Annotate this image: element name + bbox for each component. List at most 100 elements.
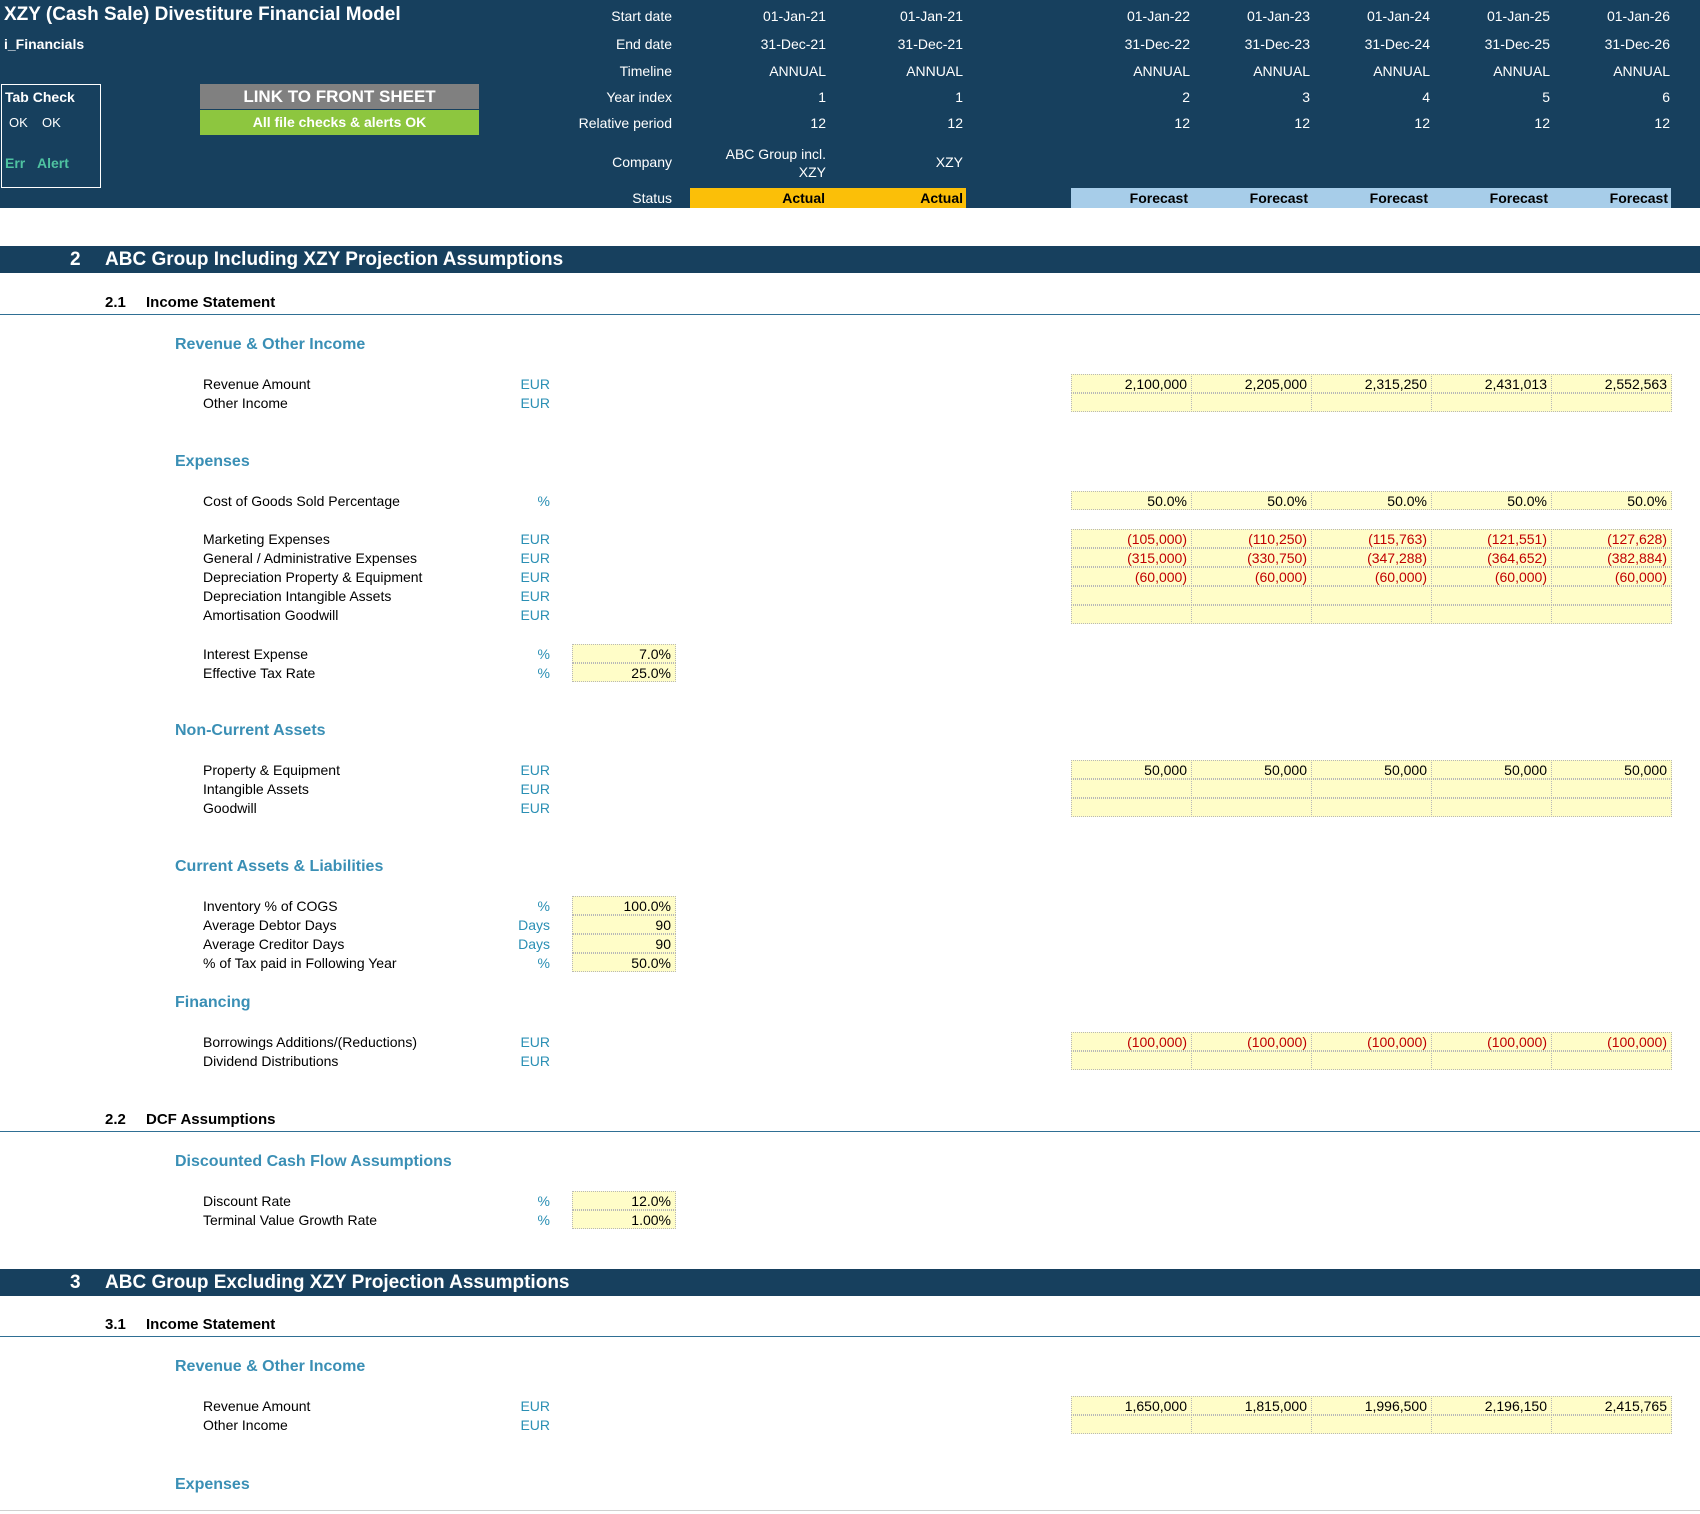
input-cell[interactable] (1191, 605, 1312, 624)
row-unit: EUR (520, 569, 550, 585)
input-cell[interactable]: (100,000) (1191, 1032, 1312, 1051)
input-cell[interactable]: 1,650,000 (1071, 1396, 1192, 1415)
input-cell[interactable]: (110,250) (1191, 529, 1312, 548)
input-cell[interactable]: (60,000) (1071, 567, 1192, 586)
input-cell[interactable] (1551, 798, 1672, 817)
input-cell[interactable]: 100.0% (572, 896, 676, 915)
input-cell[interactable]: 2,100,000 (1071, 374, 1192, 393)
input-cell[interactable] (1071, 779, 1192, 798)
tab-check-err: Err (5, 155, 26, 171)
input-cell[interactable] (1551, 586, 1672, 605)
input-cell[interactable]: 90 (572, 934, 676, 953)
input-cell[interactable]: 2,431,013 (1431, 374, 1552, 393)
input-cell[interactable]: 1.00% (572, 1210, 676, 1229)
input-cell[interactable]: (60,000) (1551, 567, 1672, 586)
input-cell[interactable]: 50.0% (1431, 491, 1552, 510)
col4-relative: 12 (1414, 115, 1430, 131)
input-cell[interactable]: 25.0% (572, 663, 676, 682)
input-cell[interactable]: 50.0% (1191, 491, 1312, 510)
label-end-date: End date (615, 36, 672, 52)
input-cell[interactable] (1071, 605, 1192, 624)
input-cell[interactable] (1311, 1415, 1432, 1434)
input-cell[interactable]: 1,815,000 (1191, 1396, 1312, 1415)
input-cell[interactable] (1071, 798, 1192, 817)
input-cell[interactable]: (315,000) (1071, 548, 1192, 567)
input-cell[interactable] (1431, 1415, 1552, 1434)
input-cell[interactable] (1431, 586, 1552, 605)
input-cell[interactable] (1071, 393, 1192, 412)
input-cell[interactable]: 50,000 (1071, 760, 1192, 779)
col3-end: 31-Dec-23 (1244, 36, 1310, 52)
input-cell[interactable] (1191, 798, 1312, 817)
input-cell[interactable] (1191, 393, 1312, 412)
input-cell[interactable] (1551, 1415, 1672, 1434)
input-cell[interactable]: 2,205,000 (1191, 374, 1312, 393)
input-cell[interactable]: (127,628) (1551, 529, 1672, 548)
input-cell[interactable] (1311, 393, 1432, 412)
input-cell[interactable] (1311, 779, 1432, 798)
input-cell[interactable] (1311, 586, 1432, 605)
input-cell[interactable]: (382,884) (1551, 548, 1672, 567)
input-cell[interactable] (1431, 798, 1552, 817)
input-cell[interactable]: 7.0% (572, 644, 676, 663)
input-cell[interactable]: (60,000) (1431, 567, 1552, 586)
input-cell[interactable]: 50,000 (1191, 760, 1312, 779)
input-cell[interactable]: 12.0% (572, 1191, 676, 1210)
sheet-name: i_Financials (4, 36, 85, 52)
input-cell[interactable]: 2,552,563 (1551, 374, 1672, 393)
input-cell[interactable]: (347,288) (1311, 548, 1432, 567)
input-cell[interactable] (1191, 1051, 1312, 1070)
input-cell[interactable] (1551, 1051, 1672, 1070)
input-cell[interactable]: (330,750) (1191, 548, 1312, 567)
input-cell[interactable] (1191, 586, 1312, 605)
input-cell[interactable] (1431, 605, 1552, 624)
input-cell[interactable]: 50,000 (1311, 760, 1432, 779)
input-cell[interactable] (1431, 393, 1552, 412)
label-start-date: Start date (611, 8, 672, 24)
row-unit: % (537, 1212, 550, 1228)
input-cell[interactable]: 50.0% (572, 953, 676, 972)
input-cell[interactable]: (115,763) (1311, 529, 1432, 548)
input-cell[interactable]: (60,000) (1311, 567, 1432, 586)
input-cell[interactable]: 2,415,765 (1551, 1396, 1672, 1415)
input-cell[interactable]: (364,652) (1431, 548, 1552, 567)
input-cell[interactable] (1071, 1051, 1192, 1070)
row-label: Average Creditor Days (203, 936, 345, 952)
input-cell[interactable] (1551, 779, 1672, 798)
col0-timeline: ANNUAL (769, 63, 826, 79)
input-cell[interactable]: 50,000 (1431, 760, 1552, 779)
input-cell[interactable]: 50.0% (1551, 491, 1672, 510)
subsection-divider (0, 1336, 1700, 1337)
input-cell[interactable] (1191, 779, 1312, 798)
col5-year-index: 5 (1542, 89, 1550, 105)
input-cell[interactable] (1431, 1051, 1552, 1070)
input-cell[interactable]: (100,000) (1311, 1032, 1432, 1051)
input-cell[interactable] (1431, 779, 1552, 798)
input-cell[interactable]: 2,196,150 (1431, 1396, 1552, 1415)
input-cell[interactable]: 50.0% (1311, 491, 1432, 510)
input-cell[interactable]: (105,000) (1071, 529, 1192, 548)
input-cell[interactable]: (121,551) (1431, 529, 1552, 548)
input-cell[interactable]: 90 (572, 915, 676, 934)
input-cell[interactable] (1071, 1415, 1192, 1434)
subsection-divider (0, 1131, 1700, 1132)
input-cell[interactable]: 50,000 (1551, 760, 1672, 779)
input-cell[interactable]: (100,000) (1551, 1032, 1672, 1051)
link-to-front-sheet-button[interactable]: LINK TO FRONT SHEET (200, 84, 479, 109)
row-label: Property & Equipment (203, 762, 340, 778)
input-cell[interactable]: (100,000) (1071, 1032, 1192, 1051)
input-cell[interactable] (1311, 798, 1432, 817)
input-cell[interactable]: (100,000) (1431, 1032, 1552, 1051)
input-cell[interactable] (1191, 1415, 1312, 1434)
tab-check-title: Tab Check (5, 89, 75, 105)
input-cell[interactable]: (60,000) (1191, 567, 1312, 586)
input-cell[interactable] (1311, 1051, 1432, 1070)
input-cell[interactable]: 1,996,500 (1311, 1396, 1432, 1415)
input-cell[interactable] (1311, 605, 1432, 624)
input-cell[interactable] (1551, 605, 1672, 624)
input-cell[interactable] (1071, 586, 1192, 605)
input-cell[interactable]: 2,315,250 (1311, 374, 1432, 393)
input-cell[interactable] (1551, 393, 1672, 412)
col1-start: 01-Jan-21 (899, 8, 963, 24)
input-cell[interactable]: 50.0% (1071, 491, 1192, 510)
